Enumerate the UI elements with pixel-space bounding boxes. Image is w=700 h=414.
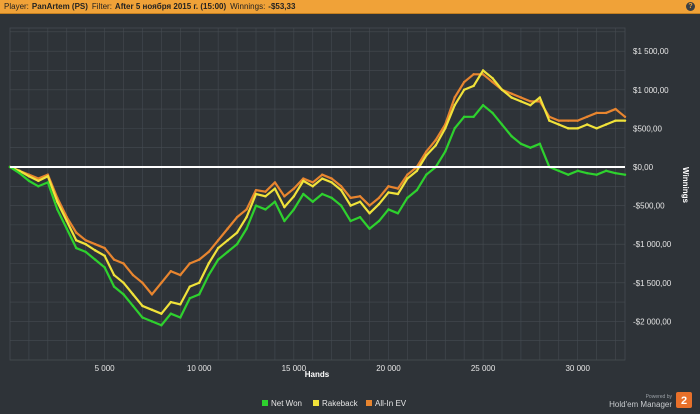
y-tick-label: $1 000,00 — [633, 86, 669, 95]
filter-value: After 5 ноября 2015 г. (15:00) — [114, 2, 227, 11]
y-tick-label: $0,00 — [633, 163, 654, 172]
y-axis-title: Winnings — [681, 167, 690, 203]
x-axis-title: Hands — [305, 370, 330, 379]
series-segment — [586, 172, 598, 176]
x-tick-label: 25 000 — [471, 364, 496, 373]
legend-swatch — [262, 400, 268, 406]
hem-logo-badge: 2 — [681, 395, 687, 407]
legend-swatch — [313, 400, 319, 406]
winnings-label: Winnings: — [230, 2, 266, 11]
y-tick-label: -$1 000,00 — [633, 240, 672, 249]
x-tick-label: 30 000 — [565, 364, 590, 373]
filter-bar: Player: PanArtem (PS) Filter: After 5 ноябр… — [0, 0, 700, 14]
legend-label: Net Won — [271, 399, 302, 408]
winnings-value: -$53,33 — [268, 2, 296, 11]
x-tick-label: 20 000 — [376, 364, 401, 373]
legend: Net Won Rakeback All-In EV — [262, 399, 407, 408]
y-tick-label: -$500,00 — [633, 202, 665, 211]
x-tick-label: 5 000 — [95, 364, 116, 373]
data-point — [623, 115, 627, 118]
data-point — [623, 119, 627, 122]
data-point — [623, 173, 627, 176]
series-segment — [349, 195, 362, 199]
legend-label: All-In EV — [375, 399, 407, 408]
y-tick-label: $500,00 — [633, 124, 662, 133]
filter-label: Filter: — [91, 2, 112, 11]
player-value: PanArtem (PS) — [31, 2, 88, 11]
y-tick-label: -$1 500,00 — [633, 279, 672, 288]
chart-background — [0, 14, 700, 414]
x-tick-label: 10 000 — [187, 364, 212, 373]
series-segment — [387, 191, 400, 196]
x-tick-label: 15 000 — [282, 364, 307, 373]
legend-swatch — [366, 400, 372, 406]
y-tick-label: $1 500,00 — [633, 47, 669, 56]
series-segment — [614, 172, 627, 176]
product-name: Hold'em Manager — [609, 400, 672, 409]
y-tick-label: -$2 000,00 — [633, 317, 672, 326]
player-label: Player: — [4, 2, 29, 11]
help-icon[interactable]: ? — [686, 2, 695, 11]
legend-label: Rakeback — [322, 399, 359, 408]
winnings-chart: 5 000 10 000 15 000 20 000 25 000 30 000 $1 5… — [0, 14, 700, 414]
series-segment — [254, 189, 267, 193]
